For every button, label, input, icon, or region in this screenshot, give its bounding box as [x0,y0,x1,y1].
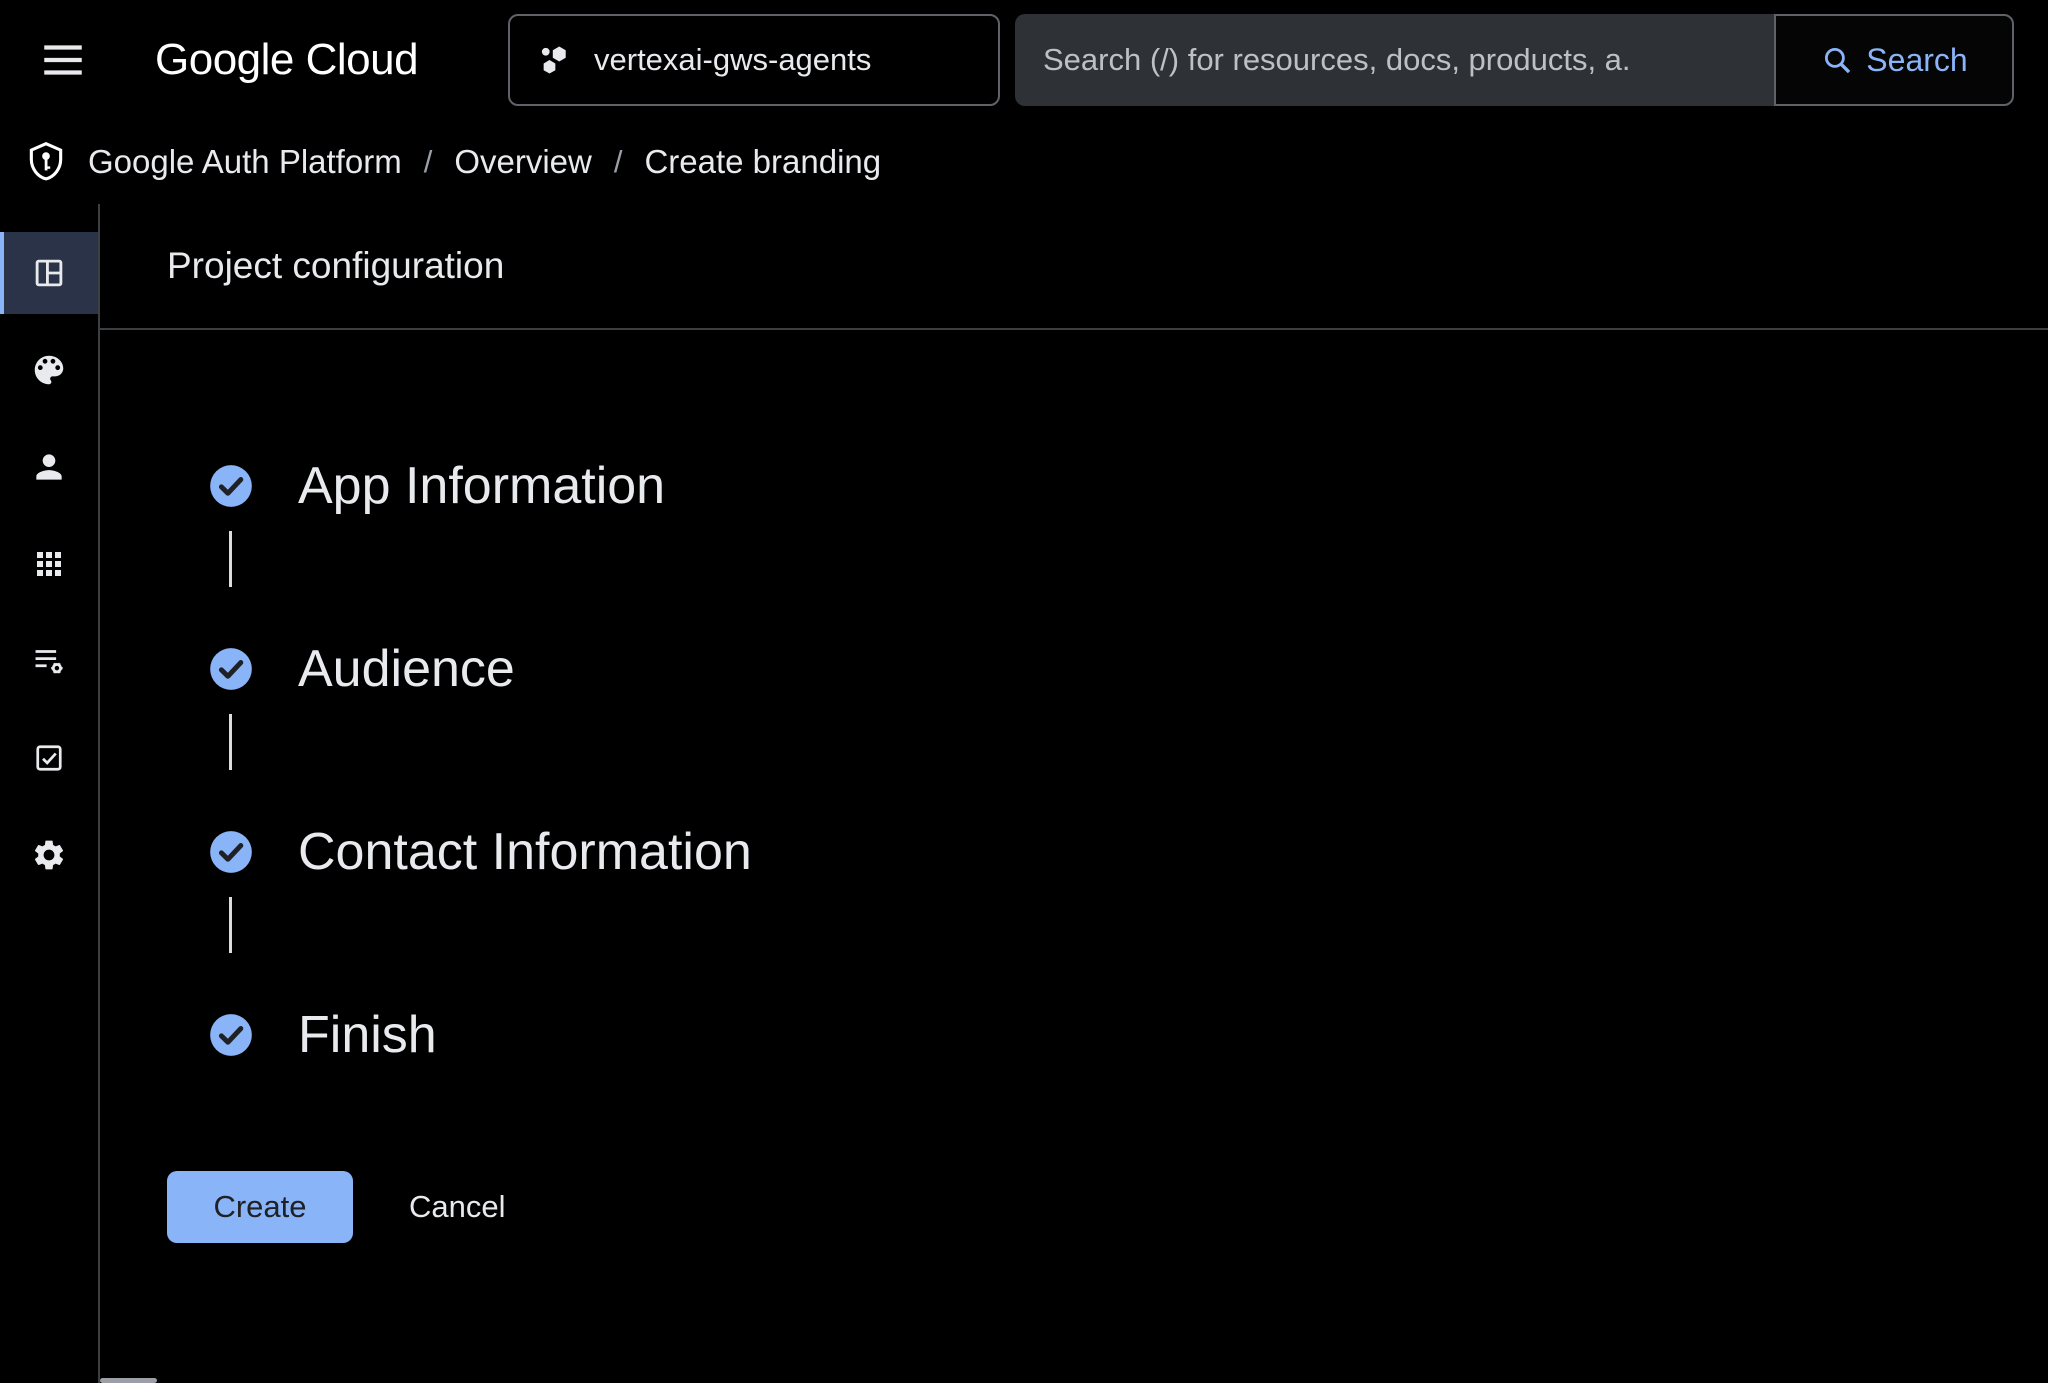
project-name: vertexai-gws-agents [594,42,871,78]
page-header: Project configuration [100,204,2048,330]
action-bar: Create Cancel [167,1171,2048,1243]
step-label: App Information [298,456,665,516]
gear-icon [31,837,67,873]
check-circle-icon [206,827,256,877]
cancel-button[interactable]: Cancel [409,1189,506,1225]
sidebar-item-audience[interactable] [0,426,98,508]
apps-grid-icon [31,546,67,582]
list-gear-icon [30,642,68,680]
search-button-label: Search [1866,42,1967,79]
search-icon [1820,43,1854,77]
sidebar-item-data-access[interactable] [0,620,98,702]
page-title: Project configuration [167,245,504,287]
dashboard-icon [30,254,68,292]
stepper: App Information Audience [206,452,2048,1069]
check-circle-icon [206,644,256,694]
step-finish[interactable]: Finish [206,1001,2048,1069]
breadcrumb-auth-platform[interactable]: Google Auth Platform [88,143,402,181]
step-connector [229,897,232,953]
step-label: Audience [298,639,515,699]
google-cloud-logo[interactable]: Google Cloud [155,0,418,120]
sidebar-item-settings[interactable] [0,814,98,896]
step-audience[interactable]: Audience [206,635,2048,703]
search-input[interactable] [1015,42,1774,78]
horizontal-scrollbar[interactable] [100,1378,157,1383]
body: Project configuration App Information [0,204,2048,1383]
breadcrumb-separator: / [614,144,623,180]
project-hexagons-icon [536,42,572,78]
step-connector [229,714,232,770]
step-connector [229,531,232,587]
breadcrumb-overview[interactable]: Overview [454,143,592,181]
check-circle-icon [206,461,256,511]
sidebar-item-verification-center[interactable] [0,717,98,799]
main-content: Project configuration App Information [100,204,2048,1383]
step-app-information[interactable]: App Information [206,452,2048,520]
person-icon [30,448,68,486]
step-label: Contact Information [298,822,752,882]
create-button[interactable]: Create [167,1171,353,1243]
search-field[interactable] [1015,14,1774,106]
step-label: Finish [298,1005,437,1065]
sidebar-item-clients[interactable] [0,523,98,605]
hamburger-icon [38,35,90,85]
sidebar-item-overview[interactable] [0,232,98,314]
top-app-bar: Google Cloud vertexai-gws-agents Search [0,0,2048,120]
menu-button[interactable] [38,34,90,86]
project-selector[interactable]: vertexai-gws-agents [508,14,1000,106]
checkbox-icon [31,740,67,776]
auth-platform-shield-key-icon [24,140,68,184]
search-bar: Search [1015,14,2014,106]
palette-icon [30,351,68,389]
step-contact-information[interactable]: Contact Information [206,818,2048,886]
sidebar-item-branding[interactable] [0,329,98,411]
check-circle-icon [206,1010,256,1060]
breadcrumb: Google Auth Platform / Overview / Create… [0,120,2048,204]
search-button[interactable]: Search [1774,14,2014,106]
breadcrumb-create-branding: Create branding [644,143,881,181]
sidebar-nav [0,204,100,1383]
breadcrumb-separator: / [424,144,433,180]
